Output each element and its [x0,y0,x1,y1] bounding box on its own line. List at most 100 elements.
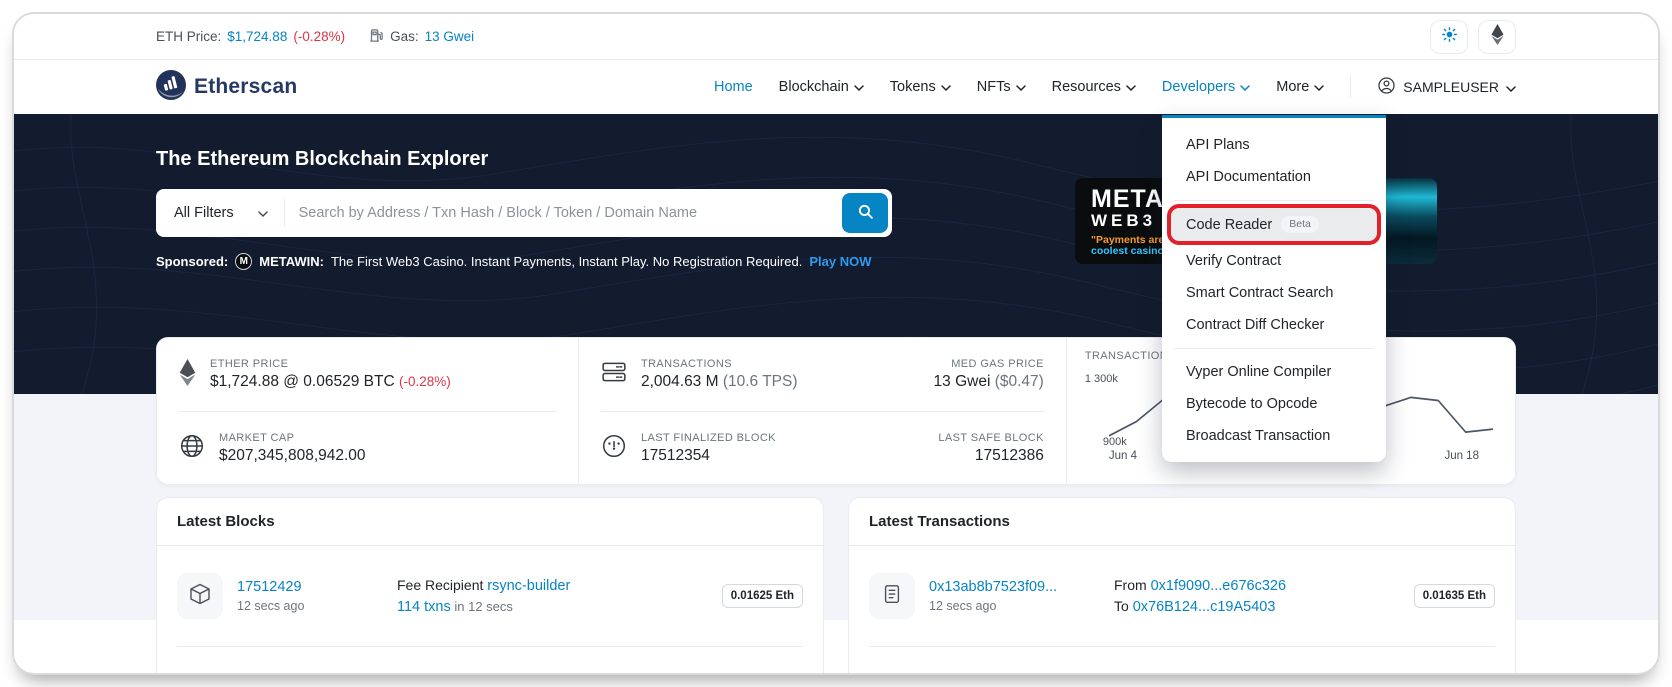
block-time: 12 secs ago [237,599,397,613]
sponsored-label: Sponsored: [156,254,228,269]
search-button[interactable] [842,193,888,233]
market-cap-stat: MARKET CAP $207,345,808,942.00 [179,411,556,484]
nav-item-tokens-label: Tokens [890,79,936,95]
gas-pump-icon [369,28,384,46]
sun-icon [1441,26,1458,48]
page-body: ETHER PRICE $1,724.88 @ 0.06529 BTC (-0.… [14,337,1658,620]
ether-diamond-icon [179,359,196,391]
search-filter-select[interactable]: All Filters [156,205,284,221]
brand-name: Etherscan [194,75,297,99]
ethereum-icon [1491,24,1504,50]
menu-divider [1174,348,1374,349]
last-finalized-value[interactable]: 17512354 [641,447,776,465]
block-number-link[interactable]: 17512429 [237,579,397,595]
menu-item-api-documentation[interactable]: API Documentation [1162,161,1386,193]
txns-duration: in 12 secs [451,599,513,614]
nav-item-more[interactable]: More [1276,79,1324,95]
search-input[interactable] [285,205,842,221]
nav-item-blockchain-label: Blockchain [779,79,849,95]
server-stack-icon [601,359,627,390]
to-address-link[interactable]: 0x76B124...c19A5403 [1133,599,1276,615]
chevron-down-icon [854,79,864,95]
med-gas-value[interactable]: 13 Gwei ($0.47) [934,373,1044,391]
latest-blocks-title: Latest Blocks [157,498,823,546]
chevron-down-icon [1506,79,1516,95]
user-menu[interactable]: SAMPLEUSER [1377,76,1516,98]
eth-price-value[interactable]: $1,724.88 [227,29,287,44]
menu-item-api-plans[interactable]: API Plans [1162,129,1386,161]
menu-item-verify-contract[interactable]: Verify Contract [1162,245,1386,277]
menu-item-code-reader[interactable]: Code Reader Beta [1171,208,1377,241]
nav-item-resources[interactable]: Resources [1052,79,1136,95]
ether-price-value[interactable]: $1,724.88 @ 0.06529 BTC (-0.28%) [210,373,451,391]
market-cap-label: MARKET CAP [219,432,366,444]
gas-value[interactable]: 13 Gwei [425,29,475,44]
network-select-button[interactable] [1478,20,1516,54]
fee-recipient-link[interactable]: rsync-builder [487,578,570,594]
code-reader-label: Code Reader [1186,217,1272,233]
transactions-value[interactable]: 2,004.63 M (10.6 TPS) [641,373,798,391]
nav-item-more-label: More [1276,79,1309,95]
x-tick-jun18: Jun 18 [1444,450,1479,462]
top-stats-bar: ETH Price: $1,724.88 (-0.28%) Gas: 13 Gw… [14,14,1658,60]
market-cap-value[interactable]: $207,345,808,942.00 [219,447,366,465]
x-tick-jun4: Jun 4 [1109,450,1137,462]
main-navbar: Etherscan Home Blockchain Tokens NFTs [14,60,1658,114]
chevron-down-icon [1126,79,1136,95]
txn-time: 12 secs ago [929,599,1114,613]
block-reward-badge: 0.01625 Eth [722,584,803,608]
txn-icon-box [869,573,915,619]
menu-item-broadcast-transaction[interactable]: Broadcast Transaction [1162,420,1386,452]
globe-icon [179,433,205,464]
txns-count-link[interactable]: 114 txns [397,599,451,615]
row-divider [869,646,1495,647]
ether-price-stat: ETHER PRICE $1,724.88 @ 0.06529 BTC (-0.… [179,338,556,411]
txn-hash-link[interactable]: 0x13ab8b7523f09... [929,579,1114,595]
transactions-label: TRANSACTIONS [641,358,798,370]
txn-value-badge: 0.01635 Eth [1414,584,1495,608]
menu-item-smart-contract-search[interactable]: Smart Contract Search [1162,277,1386,309]
nav-item-resources-label: Resources [1052,79,1121,95]
chevron-down-icon [1314,79,1324,95]
med-gas-usd: ($0.47) [995,373,1044,390]
last-safe-label: LAST SAFE BLOCK [938,432,1043,444]
etherscan-logo[interactable]: Etherscan [156,70,297,105]
med-gas-amount: 13 Gwei [934,373,991,390]
chevron-down-icon [1240,79,1250,95]
chevron-down-icon [1016,79,1026,95]
developers-dropdown-menu: API Plans API Documentation Code Reader … [1162,115,1386,462]
search-bar: All Filters [156,189,892,237]
theme-toggle-button[interactable] [1430,20,1468,54]
price-gas-strip: ETH Price: $1,724.88 (-0.28%) Gas: 13 Gw… [156,28,474,46]
transactions-amount: 2,004.63 M [641,373,719,390]
ad-artwork [1385,178,1437,264]
nav-item-developers[interactable]: Developers [1162,79,1250,95]
nav-divider [1350,76,1351,98]
gauge-icon [601,433,627,464]
cube-icon [188,582,212,611]
last-safe-stat: LAST SAFE BLOCK 17512386 [938,432,1043,465]
nav-item-tokens[interactable]: Tokens [890,79,951,95]
last-safe-value[interactable]: 17512386 [938,447,1043,465]
from-address-link[interactable]: 0x1f9090...e676c326 [1151,578,1286,594]
metawin-icon: M [235,253,252,270]
sponsor-name[interactable]: METAWIN: [259,254,324,269]
nav-item-home[interactable]: Home [714,79,753,95]
eth-price-change: (-0.28%) [293,29,345,44]
last-finalized-stat: LAST FINALIZED BLOCK 17512354 [601,432,776,465]
eth-price-label: ETH Price: [156,29,221,44]
med-gas-label: MED GAS PRICE [934,358,1044,370]
beta-badge: Beta [1281,216,1319,233]
latest-transactions-card: Latest Transactions 0x13ab8b7523f09... 1… [848,497,1516,675]
nav-item-nfts[interactable]: NFTs [977,79,1026,95]
menu-item-vyper-online-compiler[interactable]: Vyper Online Compiler [1162,356,1386,388]
latest-blocks-card: Latest Blocks 17512429 12 secs ago [156,497,824,675]
chevron-down-icon [258,205,268,221]
search-icon [857,203,874,223]
document-icon [881,583,903,610]
nav-item-blockchain[interactable]: Blockchain [779,79,864,95]
menu-item-contract-diff-checker[interactable]: Contract Diff Checker [1162,309,1386,341]
sponsor-play-now-link[interactable]: Play NOW [809,254,871,269]
row-divider [177,646,803,647]
menu-item-bytecode-to-opcode[interactable]: Bytecode to Opcode [1162,388,1386,420]
